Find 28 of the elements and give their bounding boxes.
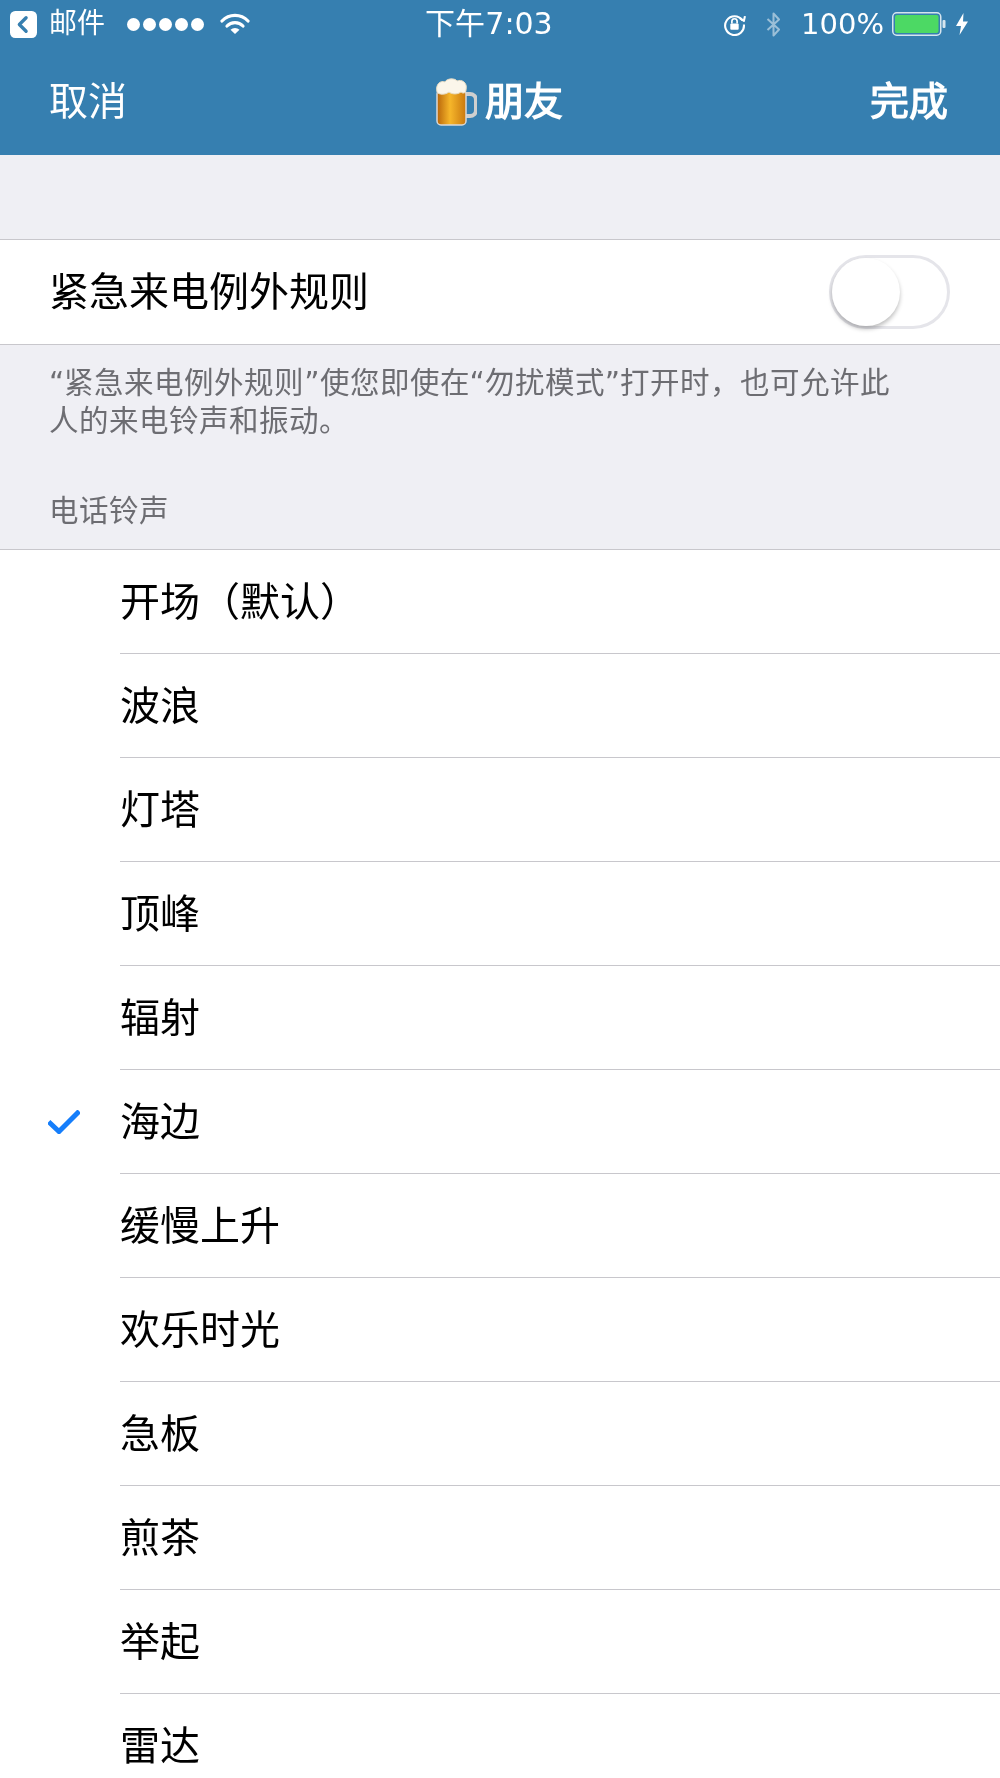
signal-strength-icon: [127, 17, 205, 31]
battery-percent: 100%: [801, 9, 884, 39]
ringtone-item[interactable]: 海边: [0, 1070, 1000, 1174]
ringtone-item[interactable]: 辐射: [0, 966, 1000, 1070]
back-to-app-link[interactable]: 邮件: [10, 10, 105, 38]
ringtone-item[interactable]: 顶峰: [0, 862, 1000, 966]
nav-title: 朋友: [484, 82, 563, 121]
beer-mug-icon: [434, 77, 477, 126]
section-header: 电话铃声: [49, 494, 169, 528]
cancel-button[interactable]: 取消: [49, 82, 127, 121]
battery-icon: [892, 12, 946, 36]
ringtone-item[interactable]: 波浪: [0, 654, 1000, 758]
footer-note: “紧急来电例外规则”使您即使在“勿扰模式”打开时，也可允许此人的来电铃声和振动。: [49, 365, 892, 440]
ringtone-item[interactable]: 举起: [0, 1590, 1000, 1694]
ringtone-item[interactable]: 急板: [0, 1382, 1000, 1486]
setting-label: 紧急来电例外规则: [49, 268, 369, 316]
ringtone-item[interactable]: 缓慢上升: [0, 1174, 1000, 1278]
done-button[interactable]: 完成: [870, 82, 948, 121]
ringtone-item[interactable]: 欢乐时光: [0, 1278, 1000, 1382]
ringtone-item[interactable]: 灯塔: [0, 758, 1000, 862]
wifi-icon: [220, 13, 250, 35]
ringtone-item[interactable]: 雷达: [0, 1694, 1000, 1778]
status-time: 下午7:03: [425, 6, 553, 41]
bluetooth-icon: [766, 10, 782, 38]
charging-bolt-icon: [956, 13, 968, 35]
ringtone-item[interactable]: 煎茶: [0, 1486, 1000, 1590]
ringtone-item[interactable]: 开场（默认）: [0, 550, 1000, 654]
rotation-lock-icon: [723, 12, 747, 36]
